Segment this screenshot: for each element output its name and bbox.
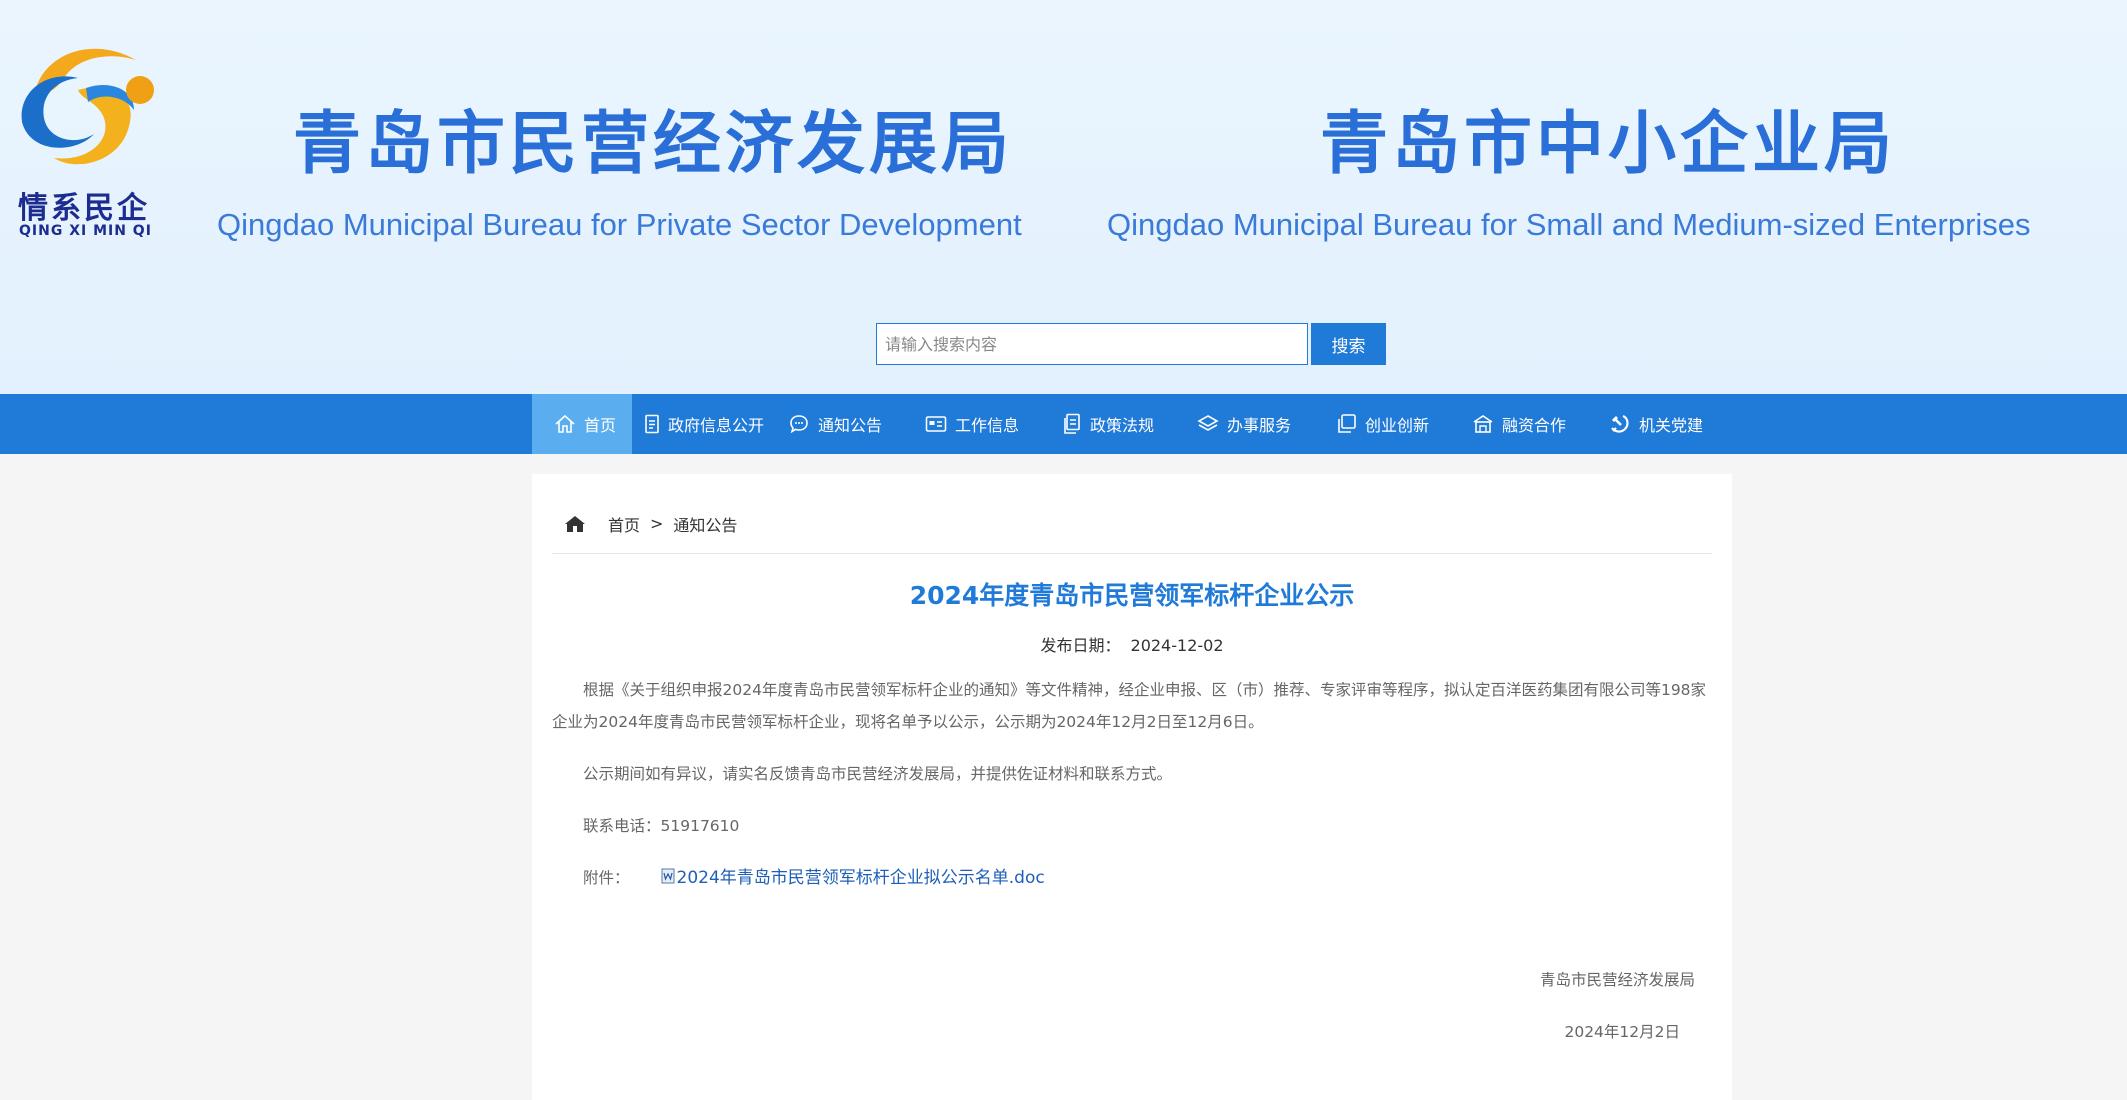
- breadcrumb-separator: >: [650, 514, 664, 533]
- party-emblem-icon: [1609, 413, 1631, 435]
- bureau-title-private-en: Qingdao Municipal Bureau for Private Sec…: [217, 207, 1022, 242]
- article-paragraph: 根据《关于组织申报2024年度青岛市民营领军标杆企业的通知》等文件精神，经企业申…: [552, 681, 1707, 731]
- building-icon: [1472, 413, 1494, 435]
- article-paragraph: 公示期间如有异议，请实名反馈青岛市民营经济发展局，并提供佐证材料和联系方式。: [583, 765, 1173, 783]
- nav-label: 创业创新: [1365, 416, 1430, 435]
- nav-label: 融资合作: [1502, 416, 1567, 435]
- nav-item-party-building[interactable]: 机关党建: [1597, 394, 1732, 454]
- article-body: 根据《关于组织申报2024年度青岛市民营领军标杆企业的通知》等文件精神，经企业申…: [552, 674, 1712, 915]
- nav-item-services[interactable]: 办事服务: [1185, 394, 1323, 454]
- nav-label: 首页: [584, 416, 617, 435]
- search-input[interactable]: [876, 323, 1308, 365]
- nav-label: 办事服务: [1227, 416, 1292, 435]
- nav-item-gov-info[interactable]: 政府信息公开: [632, 394, 776, 454]
- attachment-link[interactable]: 2024年青岛市民营领军标杆企业拟公示名单.doc: [677, 868, 1045, 888]
- nav-item-innovation[interactable]: 创业创新: [1323, 394, 1460, 454]
- nav-label: 工作信息: [955, 416, 1020, 435]
- publish-date-value: 2024-12-02: [1130, 636, 1224, 655]
- publish-date: 发布日期： 2024-12-02: [532, 632, 1732, 656]
- file-copy-icon: [1062, 413, 1082, 435]
- site-logo[interactable]: 情系民企 QING XI MIN QI: [16, 30, 166, 240]
- logo-text-cn: 情系民企: [18, 191, 150, 226]
- signature-organization: 青岛市民营经济发展局: [1539, 971, 1695, 989]
- logo-emblem-icon: [21, 48, 154, 165]
- bureau-title-sme-en: Qingdao Municipal Bureau for Small and M…: [1107, 207, 2031, 242]
- nav-item-financing[interactable]: 融资合作: [1460, 394, 1597, 454]
- article-title: 2024年度青岛市民营领军标杆企业公示: [909, 581, 1355, 610]
- copy-icon: [1335, 413, 1357, 435]
- breadcrumb-current-link[interactable]: 通知公告: [673, 512, 737, 536]
- nav-label: 机关党建: [1639, 416, 1704, 435]
- nav-label: 政府信息公开: [668, 416, 765, 435]
- bureau-title-private-cn: 青岛市民营经济发展局: [293, 105, 1014, 184]
- layers-icon: [1197, 414, 1219, 434]
- site-header: 情系民企 QING XI MIN QI 青岛市民营经济发展局 Qingdao M…: [0, 0, 2127, 394]
- article-panel: 首页 > 通知公告 2024年度青岛市民营领军标杆企业公示 发布日期： 2024-…: [532, 474, 1732, 1100]
- home-icon[interactable]: [564, 515, 586, 533]
- bureau-title-sme-cn: 青岛市中小企业局: [1320, 105, 1897, 184]
- nav-item-work-info[interactable]: 工作信息: [913, 394, 1050, 454]
- attachment-line: 附件： 2024年青岛市民营领军标杆企业拟公示名单.doc: [552, 862, 1712, 895]
- logo-text-en: QING XI MIN QI: [19, 223, 152, 239]
- home-icon: [554, 414, 576, 434]
- nav-label: 政策法规: [1090, 416, 1155, 435]
- word-doc-icon: [630, 863, 675, 895]
- breadcrumb-home-link[interactable]: 首页: [608, 512, 640, 536]
- id-card-icon: [925, 415, 947, 433]
- publish-date-label: 发布日期：: [1040, 636, 1121, 655]
- search-button[interactable]: 搜索: [1311, 323, 1386, 365]
- main-nav: 首页 政府信息公开 通知公告 工作信息 政策法规 办事服务 创业创新 融资合作 …: [0, 394, 2127, 454]
- article-paragraph: 联系电话：51917610: [583, 817, 740, 835]
- nav-item-policies[interactable]: 政策法规: [1050, 394, 1185, 454]
- nav-item-home[interactable]: 首页: [532, 394, 632, 454]
- signature-date: 2024年12月2日: [1564, 1023, 1680, 1041]
- document-icon: [644, 414, 660, 434]
- chat-bubble-icon: [788, 414, 810, 434]
- nav-item-notices[interactable]: 通知公告: [776, 394, 913, 454]
- nav-label: 通知公告: [818, 416, 883, 435]
- attachment-label: 附件：: [583, 869, 630, 887]
- breadcrumb: 首页 > 通知公告: [552, 494, 1712, 554]
